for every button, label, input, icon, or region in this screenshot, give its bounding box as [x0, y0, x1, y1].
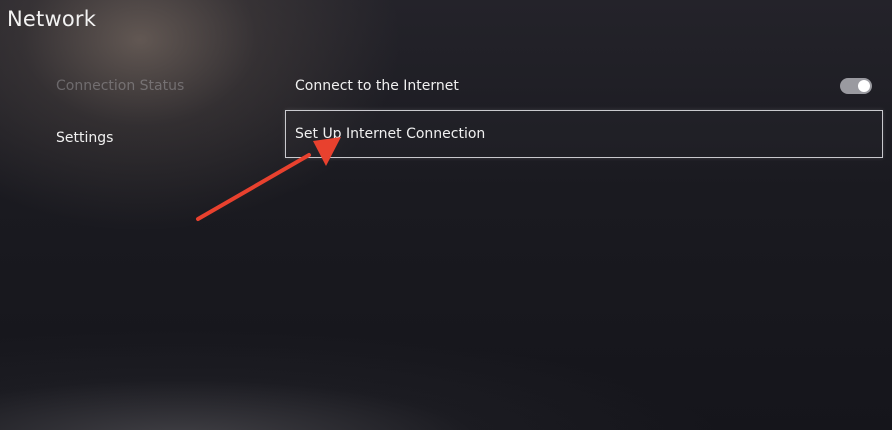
network-screen: Network Connection Status Settings Conne… — [0, 0, 892, 430]
nav-item-connection-status[interactable]: Connection Status — [56, 74, 256, 98]
left-nav: Connection Status Settings — [56, 74, 256, 150]
page-title: Network — [7, 7, 97, 31]
nav-item-settings[interactable]: Settings — [56, 126, 256, 150]
red-arrow-icon — [196, 137, 341, 221]
connect-to-internet-toggle[interactable] — [840, 78, 872, 94]
set-up-internet-connection-button[interactable]: Set Up Internet Connection — [285, 110, 883, 158]
set-up-internet-connection-label: Set Up Internet Connection — [295, 126, 486, 142]
toggle-knob — [858, 80, 870, 92]
settings-panel: Connect to the Internet Set Up Internet … — [285, 66, 883, 158]
connect-to-internet-row[interactable]: Connect to the Internet — [285, 66, 883, 106]
connect-to-internet-label: Connect to the Internet — [295, 78, 459, 94]
